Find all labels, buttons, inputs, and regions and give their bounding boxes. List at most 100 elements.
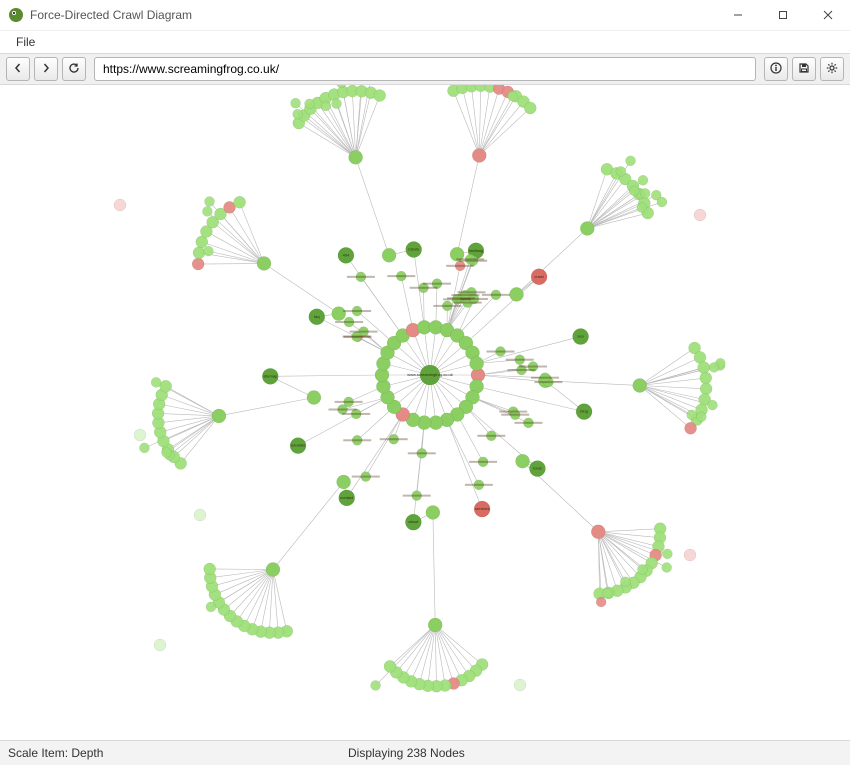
settings-button[interactable] bbox=[820, 57, 844, 81]
graph-node[interactable] bbox=[616, 166, 626, 176]
graph-node[interactable] bbox=[349, 150, 363, 164]
graph-node[interactable] bbox=[405, 514, 421, 530]
graph-node[interactable] bbox=[580, 221, 594, 235]
graph-node[interactable] bbox=[234, 196, 246, 208]
graph-node[interactable] bbox=[626, 156, 636, 166]
graph-node[interactable] bbox=[204, 197, 214, 207]
chevron-right-icon bbox=[41, 62, 51, 76]
graph-node[interactable] bbox=[332, 307, 346, 321]
diagram-canvas[interactable]: www.screamingfrog.co.ukseoblogtoolsservi… bbox=[0, 85, 850, 738]
graph-node[interactable] bbox=[374, 89, 386, 101]
graph-node[interactable] bbox=[531, 269, 547, 285]
graph-node[interactable] bbox=[633, 378, 647, 392]
status-scale: Scale Item: Depth bbox=[0, 746, 348, 760]
status-bar: Scale Item: Depth Displaying 238 Nodes bbox=[0, 740, 850, 765]
graph-node[interactable] bbox=[293, 109, 303, 119]
graph-node[interactable] bbox=[629, 186, 639, 196]
graph-node[interactable] bbox=[420, 365, 440, 385]
graph-node[interactable] bbox=[696, 412, 706, 422]
info-icon bbox=[770, 62, 782, 77]
refresh-button[interactable] bbox=[62, 57, 86, 81]
graph-node[interactable] bbox=[192, 258, 204, 270]
graph-node[interactable] bbox=[160, 380, 172, 392]
status-node-count: Displaying 238 Nodes bbox=[348, 746, 465, 760]
graph-node[interactable] bbox=[510, 287, 524, 301]
save-button[interactable] bbox=[792, 57, 816, 81]
graph-node[interactable] bbox=[596, 597, 606, 607]
graph-node[interactable] bbox=[291, 98, 301, 108]
graph-node[interactable] bbox=[257, 256, 271, 270]
close-button[interactable] bbox=[805, 0, 850, 30]
maximize-button[interactable] bbox=[760, 0, 805, 30]
url-input[interactable] bbox=[94, 57, 756, 81]
graph-node[interactable] bbox=[472, 148, 486, 162]
graph-node[interactable] bbox=[406, 242, 422, 258]
graph-node[interactable] bbox=[114, 199, 126, 211]
graph-node[interactable] bbox=[371, 680, 381, 690]
graph-node[interactable] bbox=[694, 209, 706, 221]
graph-node[interactable] bbox=[573, 329, 589, 345]
graph-node[interactable] bbox=[603, 588, 613, 598]
graph-node[interactable] bbox=[657, 197, 667, 207]
window-title: Force-Directed Crawl Diagram bbox=[30, 8, 192, 22]
graph-node[interactable] bbox=[637, 203, 647, 213]
graph-node[interactable] bbox=[203, 246, 213, 256]
graph-node[interactable] bbox=[337, 475, 351, 489]
graph-node[interactable] bbox=[307, 391, 321, 405]
graph-node[interactable] bbox=[507, 91, 517, 101]
graph-node[interactable] bbox=[139, 443, 149, 453]
graph-node[interactable] bbox=[662, 549, 672, 559]
graph-node[interactable] bbox=[529, 461, 545, 477]
menubar: File bbox=[0, 31, 850, 53]
graph-node[interactable] bbox=[637, 564, 647, 574]
graph-node[interactable] bbox=[161, 448, 171, 458]
graph-node[interactable] bbox=[202, 206, 212, 216]
graph-node[interactable] bbox=[154, 639, 166, 651]
graph-node[interactable] bbox=[576, 404, 592, 420]
minimize-button[interactable] bbox=[715, 0, 760, 30]
menu-file[interactable]: File bbox=[10, 33, 41, 51]
graph-node[interactable] bbox=[707, 400, 717, 410]
graph-node[interactable] bbox=[709, 362, 719, 372]
forward-button[interactable] bbox=[34, 57, 58, 81]
graph-node[interactable] bbox=[685, 422, 697, 434]
graph-node[interactable] bbox=[338, 247, 354, 263]
back-button[interactable] bbox=[6, 57, 30, 81]
graph-node[interactable] bbox=[426, 505, 440, 519]
graph-node[interactable] bbox=[305, 99, 315, 109]
graph-node[interactable] bbox=[290, 438, 306, 454]
graph-node[interactable] bbox=[321, 101, 331, 111]
graph-node[interactable] bbox=[474, 501, 490, 517]
graph-node[interactable] bbox=[700, 372, 712, 384]
graph-node[interactable] bbox=[516, 454, 530, 468]
graph-node[interactable] bbox=[382, 248, 396, 262]
graph-node[interactable] bbox=[206, 602, 216, 612]
graph-node[interactable] bbox=[638, 175, 648, 185]
graph-node[interactable] bbox=[470, 357, 484, 371]
graph-node[interactable] bbox=[687, 410, 697, 420]
graph-node[interactable] bbox=[134, 429, 146, 441]
graph-node[interactable] bbox=[662, 563, 672, 573]
graph-node[interactable] bbox=[262, 368, 278, 384]
graph-node[interactable] bbox=[640, 188, 650, 198]
info-button[interactable] bbox=[764, 57, 788, 81]
graph-node[interactable] bbox=[514, 679, 526, 691]
graph-node[interactable] bbox=[524, 102, 536, 114]
graph-node[interactable] bbox=[698, 361, 710, 373]
graph-node[interactable] bbox=[339, 490, 355, 506]
graph-node[interactable] bbox=[266, 563, 280, 577]
graph-node[interactable] bbox=[384, 660, 396, 672]
force-directed-graph[interactable]: www.screamingfrog.co.ukseoblogtoolsservi… bbox=[0, 85, 850, 738]
graph-node[interactable] bbox=[332, 99, 342, 109]
graph-node[interactable] bbox=[684, 549, 696, 561]
graph-node[interactable] bbox=[700, 383, 712, 395]
graph-node[interactable] bbox=[212, 409, 226, 423]
graph-node[interactable] bbox=[620, 577, 630, 587]
graph-node[interactable] bbox=[591, 525, 605, 539]
graph-node[interactable] bbox=[428, 618, 442, 632]
graph-node[interactable] bbox=[309, 309, 325, 325]
graph-node[interactable] bbox=[194, 509, 206, 521]
graph-node[interactable] bbox=[151, 377, 161, 387]
graph-node[interactable] bbox=[204, 563, 216, 575]
graph-node[interactable] bbox=[193, 247, 205, 259]
